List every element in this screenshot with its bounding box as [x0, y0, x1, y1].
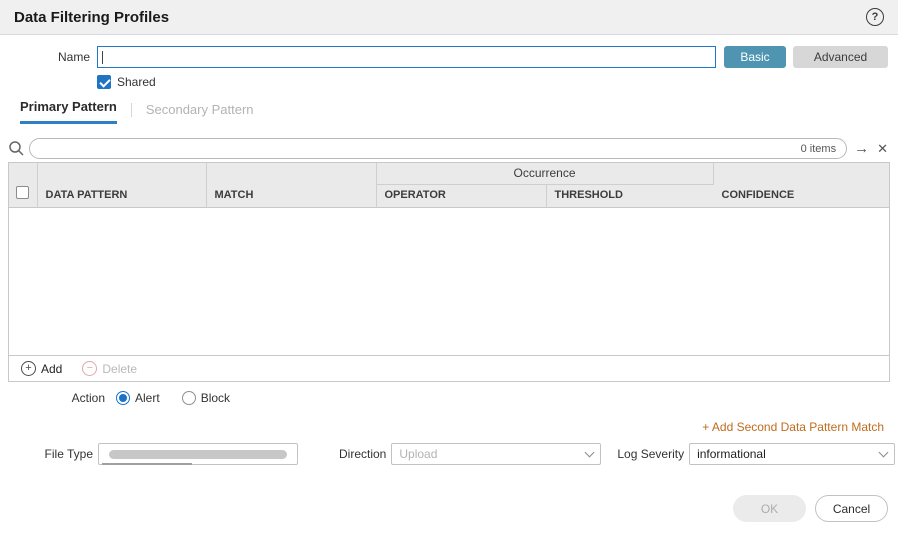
shared-label: Shared	[117, 75, 156, 89]
chevron-down-icon	[585, 447, 595, 457]
empty-table-body	[9, 207, 889, 355]
shared-row: Shared	[97, 75, 898, 89]
data-filtering-profiles-dialog: Data Filtering Profiles ? Name Basic Adv…	[0, 0, 898, 522]
patterns-table: DATA PATTERN MATCH Occurrence CONFIDENCE…	[9, 163, 889, 355]
file-type-redact-underline	[102, 463, 192, 465]
patterns-table-container: DATA PATTERN MATCH Occurrence CONFIDENCE…	[8, 162, 890, 382]
add-button-label: Add	[41, 362, 62, 376]
column-header-operator[interactable]: OPERATOR	[376, 184, 546, 207]
action-label: Action	[8, 391, 105, 405]
action-alert-label: Alert	[135, 391, 160, 405]
dialog-title: Data Filtering Profiles	[14, 9, 169, 26]
file-type-label: File Type	[8, 447, 93, 461]
tab-primary-pattern[interactable]: Primary Pattern	[20, 99, 117, 124]
search-row: 0 items → ✕	[8, 138, 890, 159]
search-icon	[8, 140, 25, 157]
add-second-data-pattern-link[interactable]: + Add Second Data Pattern Match	[702, 420, 884, 434]
help-icon[interactable]: ?	[866, 8, 884, 26]
name-row: Name Basic Advanced	[8, 46, 888, 68]
chevron-down-icon	[879, 447, 889, 457]
tab-secondary-pattern[interactable]: Secondary Pattern	[146, 102, 254, 124]
link-row: + Add Second Data Pattern Match	[0, 418, 884, 436]
empty-table-area	[9, 207, 889, 355]
select-all-checkbox[interactable]	[16, 186, 29, 199]
radio-unselected-icon	[182, 391, 196, 405]
clear-filter-close-icon[interactable]: ✕	[877, 142, 888, 155]
items-count-label: 0 items	[801, 143, 836, 155]
log-severity-value: informational	[697, 447, 766, 461]
circle-minus-icon: −	[82, 361, 97, 376]
name-label: Name	[8, 50, 90, 64]
circle-plus-icon: +	[21, 361, 36, 376]
text-caret	[102, 51, 103, 64]
mode-toggle-group: Basic Advanced	[724, 46, 888, 68]
column-header-confidence[interactable]: CONFIDENCE	[713, 163, 889, 207]
select-all-cell	[9, 163, 37, 207]
column-header-data-pattern[interactable]: DATA PATTERN	[37, 163, 206, 207]
delete-button-label: Delete	[102, 362, 137, 376]
dialog-footer: OK Cancel	[0, 495, 888, 522]
advanced-button[interactable]: Advanced	[793, 46, 888, 68]
pattern-tabs: Primary Pattern Secondary Pattern	[20, 99, 898, 124]
ok-button[interactable]: OK	[733, 495, 806, 522]
apply-filter-arrow-icon[interactable]: →	[854, 141, 869, 156]
basic-button[interactable]: Basic	[724, 46, 786, 68]
direction-value: Upload	[399, 447, 437, 461]
log-severity-label: Log Severity	[617, 447, 684, 461]
action-block-label: Block	[201, 391, 230, 405]
column-group-occurrence: Occurrence	[376, 163, 713, 184]
column-header-threshold[interactable]: THRESHOLD	[546, 184, 713, 207]
shared-checkbox[interactable]	[97, 75, 111, 89]
action-row: Action Alert Block	[8, 391, 898, 405]
log-severity-select[interactable]: informational	[689, 443, 895, 465]
table-toolbar: + Add − Delete	[9, 355, 889, 381]
action-alert-radio[interactable]: Alert	[116, 391, 160, 405]
direction-select[interactable]: Upload	[391, 443, 601, 465]
bottom-fields-row: File Type Direction Upload Log Severity …	[8, 443, 898, 465]
radio-selected-icon	[116, 391, 130, 405]
cancel-button[interactable]: Cancel	[815, 495, 888, 522]
search-input[interactable]: 0 items	[29, 138, 847, 159]
add-button[interactable]: + Add	[21, 361, 62, 376]
direction-label: Direction	[339, 447, 386, 461]
name-input[interactable]	[97, 46, 716, 68]
file-type-select[interactable]	[98, 443, 298, 465]
delete-button[interactable]: − Delete	[82, 361, 137, 376]
tab-separator	[131, 103, 132, 117]
action-block-radio[interactable]: Block	[182, 391, 230, 405]
column-header-match[interactable]: MATCH	[206, 163, 376, 207]
file-type-redacted-value	[109, 450, 287, 459]
dialog-titlebar: Data Filtering Profiles ?	[0, 0, 898, 35]
